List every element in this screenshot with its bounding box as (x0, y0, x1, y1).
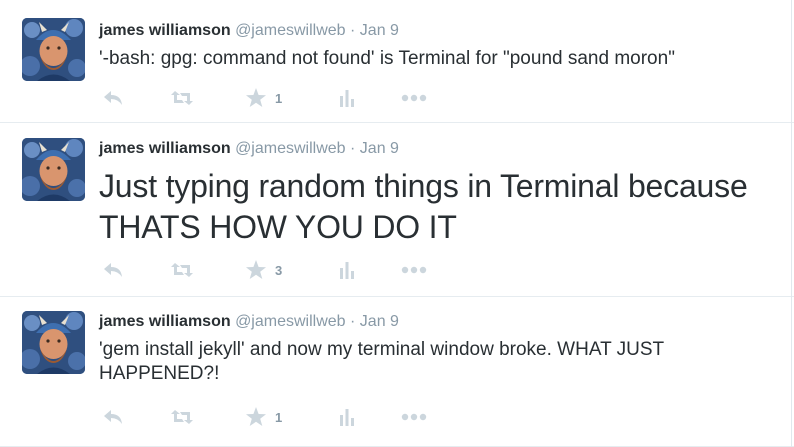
tweet-date[interactable]: Jan 9 (360, 22, 399, 39)
favorite-button[interactable]: 3 (245, 260, 282, 280)
tweet-date[interactable]: Jan 9 (360, 140, 399, 157)
tweet[interactable]: james williamson @jameswillweb · Jan 9 '… (0, 0, 794, 123)
more-icon (401, 94, 427, 102)
tweet-actions: 1 (99, 407, 459, 427)
stats-button[interactable] (339, 407, 355, 427)
stats-button[interactable] (339, 88, 355, 108)
retweet-icon (171, 91, 193, 105)
stats-icon (340, 90, 354, 107)
tweet[interactable]: james williamson @jameswillweb · Jan 9 J… (0, 123, 794, 297)
tweet-text: Just typing random things in Terminal be… (99, 168, 748, 245)
more-button[interactable] (401, 407, 427, 427)
tweet-header: james williamson @jameswillweb · Jan 9 (99, 139, 399, 159)
reply-button[interactable] (102, 260, 124, 280)
star-icon (246, 88, 266, 107)
avatar[interactable] (22, 18, 85, 81)
avatar[interactable] (22, 311, 85, 374)
stats-icon (340, 409, 354, 426)
author-name[interactable]: james williamson (99, 313, 231, 330)
more-button[interactable] (401, 88, 427, 108)
reply-icon (104, 263, 122, 277)
tweet-text: '-bash: gpg: command not found' is Termi… (99, 48, 675, 69)
favorite-button[interactable]: 1 (245, 407, 282, 427)
retweet-button[interactable] (170, 260, 194, 280)
retweet-button[interactable] (170, 407, 194, 427)
retweet-button[interactable] (170, 88, 194, 108)
tweet-header: james williamson @jameswillweb · Jan 9 (99, 312, 399, 332)
column-border (791, 0, 792, 447)
author-handle[interactable]: @jameswillweb (235, 140, 346, 157)
separator: · (350, 22, 356, 39)
favorite-count: 3 (275, 262, 283, 278)
avatar[interactable] (22, 138, 85, 201)
separator: · (350, 313, 356, 330)
favorite-button[interactable]: 1 (245, 88, 282, 108)
stats-button[interactable] (339, 260, 355, 280)
reply-icon (104, 91, 122, 105)
star-icon (246, 407, 266, 426)
author-name[interactable]: james williamson (99, 140, 231, 157)
author-name[interactable]: james williamson (99, 22, 231, 39)
tweet[interactable]: james williamson @jameswillweb · Jan 9 '… (0, 297, 794, 447)
tweet-text: 'gem install jekyll' and now my terminal… (99, 339, 664, 384)
favorite-count: 1 (275, 409, 283, 425)
reply-button[interactable] (102, 88, 124, 108)
tweet-timeline: james williamson @jameswillweb · Jan 9 '… (0, 0, 794, 447)
retweet-icon (171, 410, 193, 424)
author-handle[interactable]: @jameswillweb (235, 22, 346, 39)
reply-button[interactable] (102, 407, 124, 427)
tweet-header: james williamson @jameswillweb · Jan 9 (99, 21, 399, 41)
author-handle[interactable]: @jameswillweb (235, 313, 346, 330)
tweet-date[interactable]: Jan 9 (360, 313, 399, 330)
separator: · (350, 140, 356, 157)
tweet-actions: 1 (99, 88, 459, 108)
reply-icon (104, 410, 122, 424)
favorite-count: 1 (275, 90, 283, 106)
stats-icon (340, 262, 354, 279)
more-icon (401, 266, 427, 274)
more-button[interactable] (401, 260, 427, 280)
retweet-icon (171, 263, 193, 277)
more-icon (401, 413, 427, 421)
star-icon (246, 260, 266, 279)
tweet-actions: 3 (99, 260, 459, 280)
